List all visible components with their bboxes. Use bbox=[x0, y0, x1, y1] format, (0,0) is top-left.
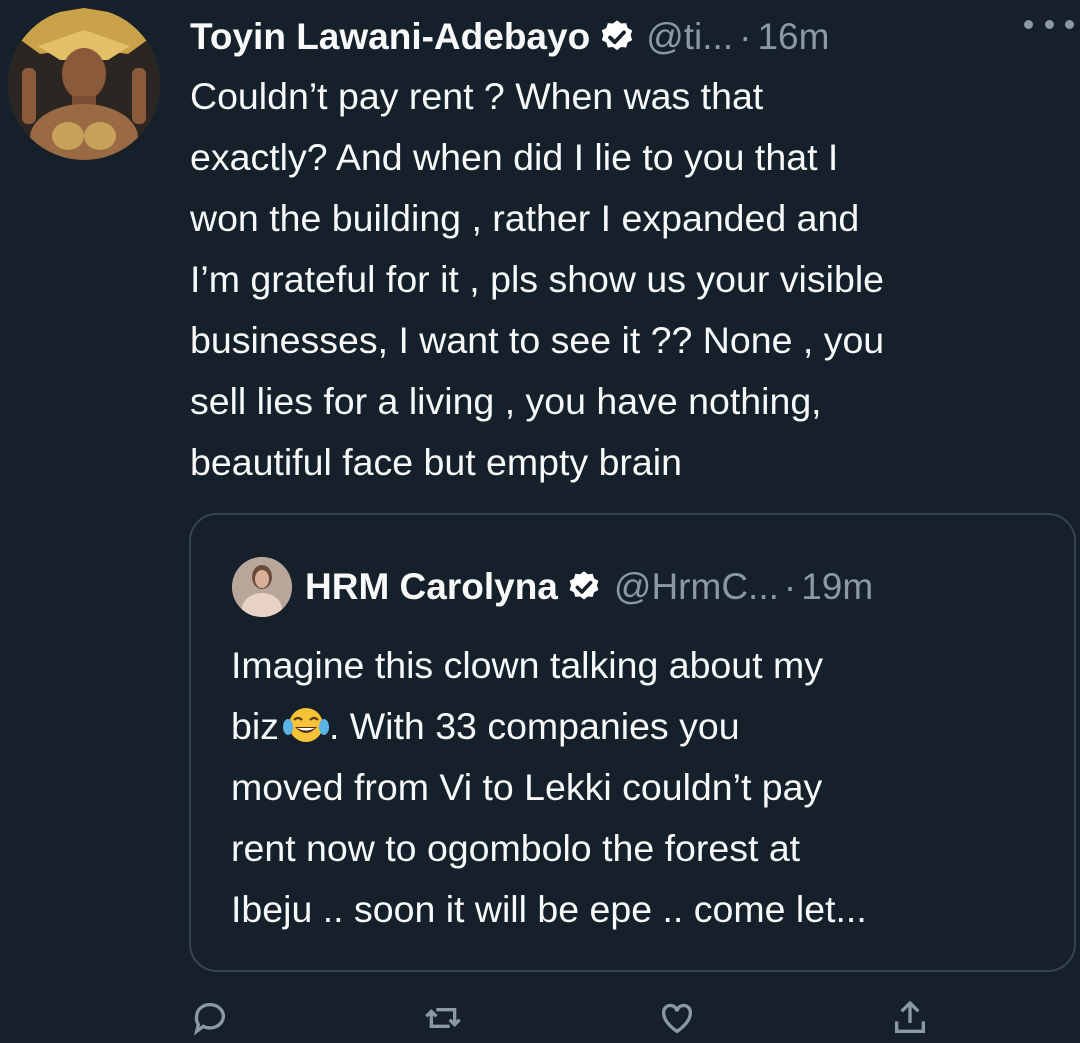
retweet-icon[interactable] bbox=[423, 998, 463, 1038]
quoted-tweet-text: Imagine this clown talking about my biz … bbox=[231, 635, 1061, 940]
like-icon[interactable] bbox=[657, 998, 697, 1038]
separator-dot: · bbox=[739, 16, 752, 57]
author-avatar[interactable] bbox=[8, 8, 160, 160]
quoted-author-avatar bbox=[232, 557, 292, 617]
profile-avatar-gold-headdress-icon bbox=[8, 8, 160, 160]
quoted-tweet-card[interactable]: HRM Carolyna @HrmC... · 19m Imagine this… bbox=[189, 513, 1076, 972]
tweet-action-bar bbox=[190, 998, 930, 1038]
quoted-author-handle: @HrmC... bbox=[613, 566, 779, 607]
face-with-tears-of-joy-emoji-icon bbox=[282, 702, 329, 742]
share-icon[interactable] bbox=[890, 998, 930, 1038]
quoted-tweet-timestamp: 19m bbox=[801, 566, 874, 607]
quoted-author-name: HRM Carolyna bbox=[305, 566, 558, 607]
reply-icon[interactable] bbox=[190, 998, 230, 1038]
quoted-verified-badge-icon bbox=[566, 569, 602, 605]
more-options-icon[interactable] bbox=[1024, 14, 1074, 34]
tweet-text: Couldn’t pay rent ? When was that exactl… bbox=[190, 75, 885, 483]
quoted-separator-dot: · bbox=[783, 566, 797, 607]
tweet-timestamp[interactable]: 16m bbox=[757, 16, 829, 58]
quoted-tweet-header: HRM Carolyna @HrmC... · 19m bbox=[305, 561, 873, 613]
quoted-avatar-icon bbox=[232, 557, 292, 617]
author-handle[interactable]: @ti... bbox=[646, 16, 733, 58]
tweet-header: Toyin Lawani-Adebayo @ti... · 16m bbox=[190, 12, 1070, 62]
author-name[interactable]: Toyin Lawani-Adebayo bbox=[190, 16, 590, 58]
verified-badge-icon bbox=[598, 18, 636, 56]
